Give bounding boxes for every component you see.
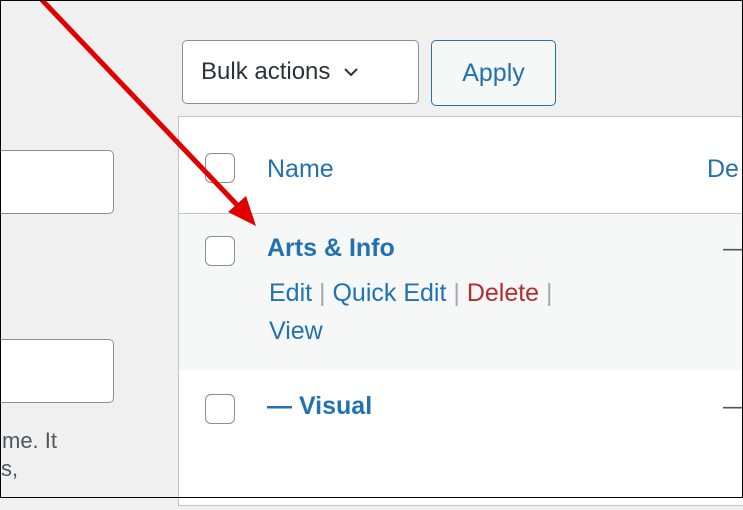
row-title-link[interactable]: — Visual <box>267 392 372 421</box>
apply-button[interactable]: Apply <box>431 40 556 106</box>
column-description[interactable]: De <box>707 155 743 184</box>
row-description: — <box>723 392 743 421</box>
quick-edit-link[interactable]: Quick Edit <box>332 279 446 307</box>
description-line: me. It <box>2 428 58 453</box>
row-description: — <box>723 234 743 263</box>
delete-link[interactable]: Delete <box>467 279 539 307</box>
description-line: s, <box>1 456 19 481</box>
select-all-checkbox[interactable] <box>205 153 235 183</box>
row-checkbox[interactable] <box>205 236 235 266</box>
column-name[interactable]: Name <box>267 155 334 184</box>
categories-table: Name De Arts & Info Edit | Quick Edit | … <box>178 116 743 506</box>
bulk-actions-select[interactable]: Bulk actions <box>182 40 419 104</box>
bulk-actions-label: Bulk actions <box>201 58 331 85</box>
edit-link[interactable]: Edit <box>269 279 312 307</box>
table-row: — Visual — <box>179 370 743 510</box>
slug-input[interactable] <box>0 339 114 403</box>
row-title-link[interactable]: Arts & Info <box>267 234 395 263</box>
view-link[interactable]: View <box>269 317 323 345</box>
row-actions: Edit | Quick Edit | Delete | View <box>269 279 553 345</box>
row-checkbox[interactable] <box>205 394 235 424</box>
table-row: Arts & Info Edit | Quick Edit | Delete |… <box>179 214 743 370</box>
left-form-panel: me. It s, <box>0 0 170 498</box>
chevron-down-icon <box>342 63 360 81</box>
table-header: Name De <box>179 117 743 214</box>
name-input[interactable] <box>0 150 114 214</box>
field-description: me. It s, <box>1 427 123 483</box>
